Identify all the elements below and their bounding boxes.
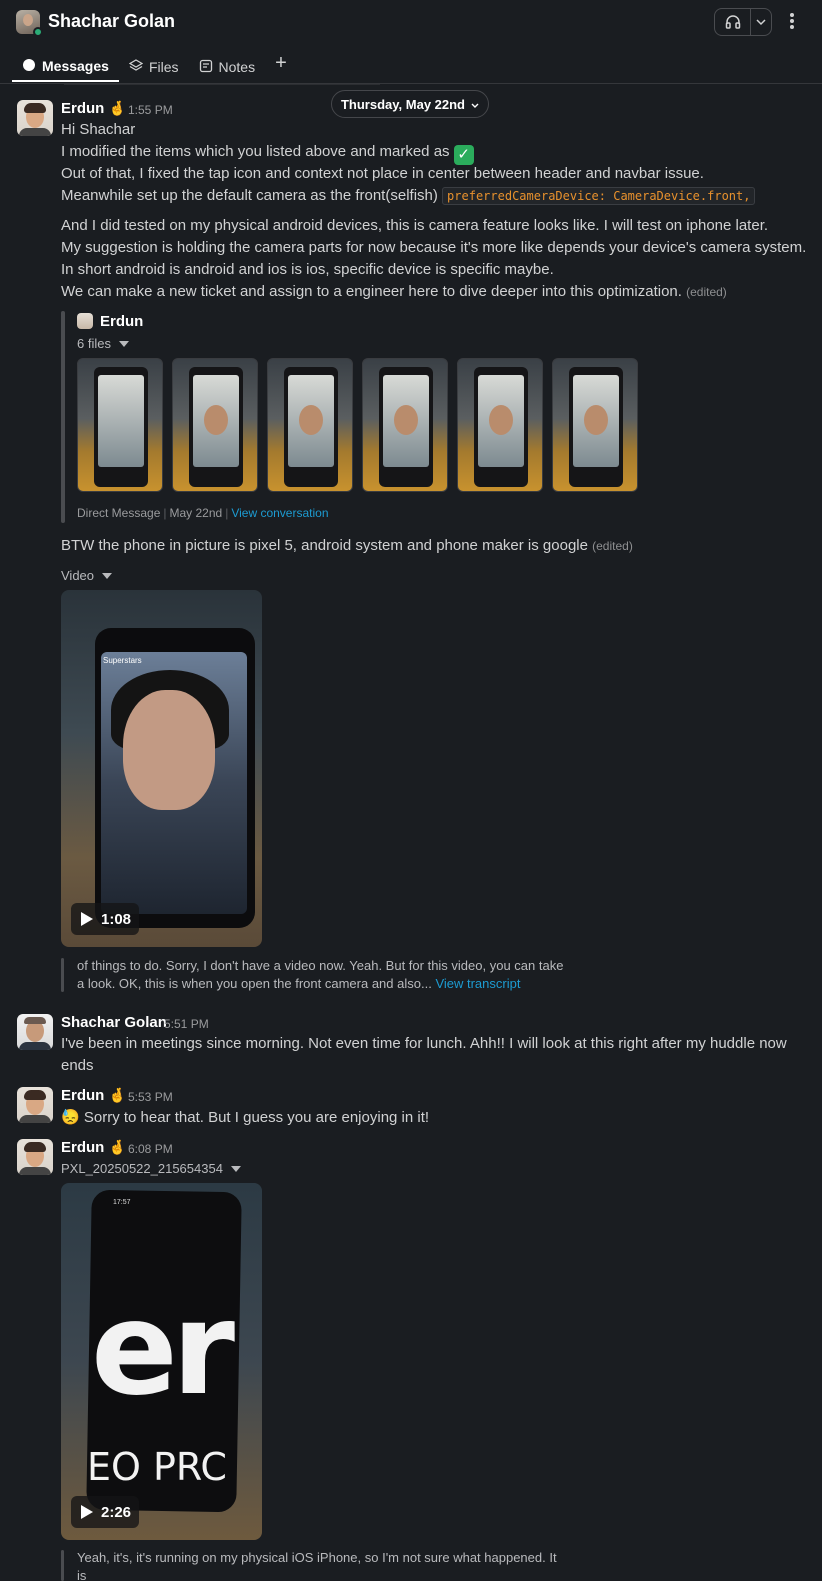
presence-indicator xyxy=(33,27,43,37)
divider xyxy=(64,84,380,85)
message-text: My suggestion is holding the camera part… xyxy=(61,239,807,256)
tab-notes[interactable]: Notes xyxy=(189,52,266,82)
image-thumbnail[interactable] xyxy=(552,358,638,492)
edited-label: (edited) xyxy=(592,539,633,553)
image-thumbnail[interactable] xyxy=(457,358,543,492)
caret-down-icon xyxy=(118,340,129,347)
file-toggle[interactable]: PXL_20250522_215654354 xyxy=(61,1161,241,1176)
message-author[interactable]: Erdun 🤞 xyxy=(61,1087,126,1104)
image-thumbnail[interactable] xyxy=(77,358,163,492)
message-timestamp[interactable]: 5:53 PM xyxy=(128,1090,173,1104)
message-bubble-icon xyxy=(22,58,36,75)
tab-bar: Messages Files Notes + xyxy=(12,52,297,84)
video-clock: 17:57 xyxy=(113,1199,131,1206)
video-toggle[interactable]: Video xyxy=(61,568,113,583)
conversation-title[interactable]: Shachar Golan xyxy=(48,11,175,32)
tab-label: Messages xyxy=(42,58,109,74)
video-overlay-text: Superstars xyxy=(103,656,142,665)
conversation-header: Shachar Golan Messages Files Notes + xyxy=(0,0,822,84)
avatar[interactable] xyxy=(17,100,53,136)
tab-label: Files xyxy=(148,59,179,75)
message-timestamp[interactable]: 1:55 PM xyxy=(128,103,173,117)
message-text: We can make a new ticket and assign to a… xyxy=(61,283,727,300)
huddle-button[interactable] xyxy=(714,8,772,36)
message-text: And I did tested on my physical android … xyxy=(61,217,769,234)
video-text: EO PRC xyxy=(87,1445,227,1489)
transcript-preview: of things to do. Sorry, I don't have a v… xyxy=(77,958,564,991)
message-text: Out of that, I fixed the tap icon and co… xyxy=(61,165,704,182)
message-text: I modified the items which you listed ab… xyxy=(61,143,474,165)
more-options-icon[interactable] xyxy=(786,10,798,32)
sweat-emoji-icon: 😓 xyxy=(61,1109,80,1126)
caret-down-icon xyxy=(230,1165,241,1172)
chevron-down-icon xyxy=(471,97,479,112)
view-conversation-link[interactable]: View conversation xyxy=(231,506,328,520)
video-duration: 2:26 xyxy=(101,1503,132,1521)
tab-label: Notes xyxy=(218,59,256,75)
avatar[interactable] xyxy=(77,313,93,329)
status-emoji: 🤞 xyxy=(108,1087,126,1103)
quote-bar xyxy=(61,958,64,992)
message-text: BTW the phone in picture is pixel 5, and… xyxy=(61,537,633,554)
inline-code: preferredCameraDevice: CameraDevice.fron… xyxy=(442,187,756,205)
message-author[interactable]: Shachar Golan xyxy=(61,1014,167,1031)
quote-bar xyxy=(61,1550,64,1581)
message-timestamp[interactable]: 6:08 PM xyxy=(128,1142,173,1156)
image-gallery xyxy=(77,358,638,492)
play-button[interactable]: 1:08 xyxy=(71,903,140,935)
message-author[interactable]: Erdun 🤞 xyxy=(61,1139,126,1156)
edited-label: (edited) xyxy=(686,285,727,299)
tab-files[interactable]: Files xyxy=(119,52,189,82)
avatar[interactable] xyxy=(17,1139,53,1175)
video-duration: 1:08 xyxy=(101,910,132,928)
quote-bar xyxy=(61,311,65,523)
message-timestamp[interactable]: 5:51 PM xyxy=(164,1017,209,1031)
video-player[interactable]: 17:57 er EO PRC 2:26 xyxy=(61,1183,262,1540)
image-thumbnail[interactable] xyxy=(362,358,448,492)
status-emoji: 🤞 xyxy=(108,1139,126,1155)
message-text: Hi Shachar xyxy=(61,121,136,138)
message-text: 😓 Sorry to hear that. But I guess you ar… xyxy=(61,1109,430,1126)
message-text: Meanwhile set up the default camera as t… xyxy=(61,187,756,205)
message-text: I've been in meetings since morning. Not… xyxy=(61,1035,787,1052)
check-mark-icon: ✓ xyxy=(453,145,474,165)
view-transcript-link[interactable]: View transcript xyxy=(435,976,520,991)
layers-icon xyxy=(128,58,144,76)
play-button[interactable]: 2:26 xyxy=(71,1496,140,1528)
add-tab-button[interactable]: + xyxy=(265,52,297,84)
image-thumbnail[interactable] xyxy=(172,358,258,492)
message-author[interactable]: Erdun 🤞 xyxy=(61,100,126,117)
shared-message-meta: Direct Message | May 22nd | View conversatio… xyxy=(77,506,329,520)
chevron-down-icon[interactable] xyxy=(751,9,771,35)
caret-down-icon xyxy=(102,572,113,579)
headphones-icon[interactable] xyxy=(715,9,751,35)
shared-message-author[interactable]: Erdun xyxy=(100,313,143,330)
avatar[interactable] xyxy=(17,1087,53,1123)
date-divider[interactable]: Thursday, May 22nd xyxy=(331,90,489,118)
status-emoji: 🤞 xyxy=(108,100,126,116)
image-thumbnail[interactable] xyxy=(267,358,353,492)
tab-messages[interactable]: Messages xyxy=(12,52,119,82)
transcript-preview: Yeah, it's, it's running on my physical … xyxy=(77,1550,557,1581)
video-player[interactable]: Superstars 1:08 xyxy=(61,590,262,947)
message-text: ends xyxy=(61,1057,94,1074)
play-icon xyxy=(81,912,93,926)
avatar[interactable] xyxy=(17,1014,53,1050)
files-toggle[interactable]: 6 files xyxy=(77,336,129,351)
note-icon xyxy=(199,59,213,76)
play-icon xyxy=(81,1505,93,1519)
message-text: In short android is android and ios is i… xyxy=(61,261,554,278)
video-text: er xyxy=(91,1275,235,1424)
